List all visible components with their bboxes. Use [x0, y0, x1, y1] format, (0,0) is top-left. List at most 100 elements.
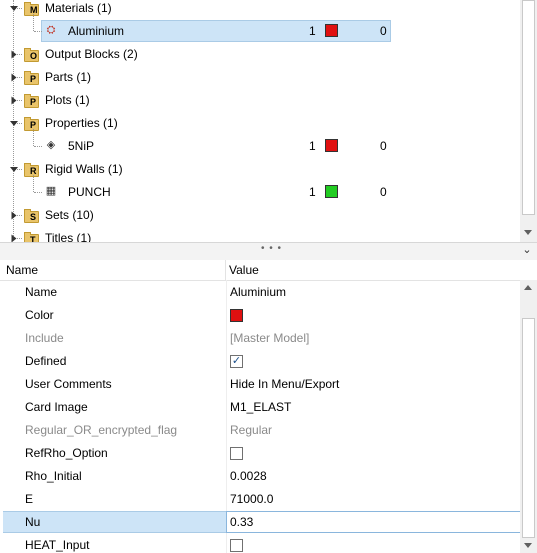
- property-row[interactable]: Rho_Initial 0.0028: [0, 465, 520, 488]
- tree-folder-row[interactable]: P Plots (1): [0, 89, 520, 112]
- property-name: Include: [25, 331, 64, 345]
- property-name: Regular_OR_encrypted_flag: [25, 423, 178, 437]
- property-value: [Master Model]: [230, 331, 310, 345]
- column-separator[interactable]: [225, 260, 226, 280]
- tree-item-label[interactable]: Rigid Walls (1): [45, 162, 123, 176]
- expand-arrow-down-icon[interactable]: [10, 167, 18, 172]
- model-browser-tree: M Materials (1) ⛭ Aluminium 1 0 O Output Blocks…: [0, 0, 537, 242]
- tree-item-label[interactable]: Materials (1): [45, 1, 112, 15]
- rigid-wall-icon: ▦: [45, 185, 57, 197]
- property-value[interactable]: 0.33: [230, 515, 253, 529]
- tree-item-label[interactable]: Plots (1): [45, 93, 90, 107]
- checkbox-unchecked[interactable]: [230, 447, 243, 460]
- name-column-header[interactable]: Name: [6, 263, 38, 277]
- folder-badge-glyph: O: [30, 51, 38, 61]
- splitter-grip-icon[interactable]: • • •: [261, 243, 282, 254]
- collapsed-arrow-icon[interactable]: [11, 50, 17, 59]
- property-row[interactable]: Name Aluminium: [0, 281, 520, 304]
- entity-color-swatch[interactable]: [325, 24, 338, 37]
- property-row[interactable]: E 71000.0: [0, 488, 520, 511]
- tree-entity-row[interactable]: ⛭ Aluminium 1 0: [0, 14, 520, 43]
- folder-badge-glyph: T: [30, 235, 36, 242]
- folder-icon: S: [24, 209, 39, 223]
- tree-branch-line: [34, 192, 42, 193]
- property-name: RefRho_Option: [25, 446, 108, 460]
- property-value[interactable]: 0.0028: [230, 469, 267, 483]
- tree-folder-row[interactable]: O Output Blocks (2): [0, 43, 520, 66]
- tree-vertical-scrollbar[interactable]: [520, 0, 537, 242]
- scroll-thumb[interactable]: [522, 318, 535, 538]
- editor-vertical-scrollbar[interactable]: [520, 280, 537, 553]
- tree-entity-row[interactable]: ▦ PUNCH 1 0: [0, 175, 520, 204]
- entity-color-swatch[interactable]: [325, 185, 338, 198]
- tree-item-label[interactable]: Output Blocks (2): [45, 47, 138, 61]
- property-row[interactable]: Color: [0, 304, 520, 327]
- property-row[interactable]: User Comments Hide In Menu/Export: [0, 373, 520, 396]
- tree-entity-row[interactable]: ◈ 5NiP 1 0: [0, 129, 520, 158]
- tree-folder-row[interactable]: S Sets (10): [0, 204, 520, 227]
- property-row[interactable]: Nu 0.33: [0, 511, 521, 534]
- checkbox-checked[interactable]: ✓: [230, 355, 243, 368]
- scroll-down-arrow-icon[interactable]: [524, 230, 532, 235]
- entity-color-swatch[interactable]: [325, 139, 338, 152]
- collapsed-arrow-icon[interactable]: [11, 234, 17, 242]
- tree-item-label[interactable]: Parts (1): [45, 70, 91, 84]
- folder-icon: P: [24, 94, 39, 108]
- property-value[interactable]: M1_ELAST: [230, 400, 291, 414]
- color-swatch[interactable]: [230, 309, 243, 322]
- property-row[interactable]: HEAT_Input: [0, 534, 520, 553]
- property-value: Regular: [230, 423, 273, 437]
- property-value[interactable]: Aluminium: [230, 285, 286, 299]
- tree-branch-line: [34, 146, 42, 147]
- tree-folder-row[interactable]: M Materials (1): [0, 0, 520, 20]
- tree-child-guide: [33, 175, 34, 192]
- scroll-down-arrow-icon[interactable]: [524, 543, 532, 548]
- folder-icon: P: [24, 71, 39, 85]
- tree-folder-row[interactable]: R Rigid Walls (1): [0, 158, 520, 181]
- scroll-thumb[interactable]: [522, 0, 535, 215]
- property-row[interactable]: Defined ✓: [0, 350, 520, 373]
- folder-badge-glyph: P: [30, 74, 37, 84]
- collapsed-arrow-icon[interactable]: [11, 73, 17, 82]
- property-value[interactable]: 71000.0: [230, 492, 273, 506]
- entity-id-value: 1: [309, 185, 316, 199]
- tree-item-label[interactable]: Aluminium: [68, 24, 124, 38]
- tree-child-guide: [33, 129, 34, 146]
- collapse-chevron-icon[interactable]: ⌄: [518, 243, 536, 256]
- tree-branch-line: [34, 31, 42, 32]
- checkbox-unchecked[interactable]: [230, 539, 243, 552]
- collapsed-arrow-icon[interactable]: [11, 96, 17, 105]
- tree-item-label[interactable]: Titles (1): [45, 231, 91, 242]
- value-column-header[interactable]: Value: [229, 263, 259, 277]
- scroll-up-arrow-icon[interactable]: [524, 285, 532, 290]
- folder-icon: P: [24, 117, 39, 131]
- tree-item-label[interactable]: 5NiP: [68, 139, 94, 153]
- folder-icon: M: [24, 2, 39, 16]
- expand-arrow-down-icon[interactable]: [10, 6, 18, 11]
- tree-item-label[interactable]: PUNCH: [68, 185, 111, 199]
- property-name: Color: [25, 308, 54, 322]
- folder-badge-glyph: S: [30, 212, 37, 222]
- expand-arrow-down-icon[interactable]: [10, 121, 18, 126]
- property-row[interactable]: Card Image M1_ELAST: [0, 396, 520, 419]
- property-icon: ◈: [46, 139, 56, 151]
- entity-count-value: 0: [380, 24, 387, 38]
- tree-item-label[interactable]: Properties (1): [45, 116, 118, 130]
- panel-splitter[interactable]: • • • ⌄: [0, 242, 537, 260]
- folder-icon: R: [24, 163, 39, 177]
- property-name: Name: [25, 285, 58, 299]
- property-name: Nu: [25, 515, 41, 529]
- tree-folder-row[interactable]: P Properties (1): [0, 112, 520, 135]
- property-value[interactable]: Hide In Menu/Export: [230, 377, 339, 391]
- property-row[interactable]: Regular_OR_encrypted_flag Regular: [0, 419, 520, 442]
- tree-folder-row[interactable]: P Parts (1): [0, 66, 520, 89]
- collapsed-arrow-icon[interactable]: [11, 211, 17, 220]
- entity-editor-header: Name Value: [0, 260, 537, 281]
- tree-folder-row[interactable]: T Titles (1): [0, 227, 520, 242]
- value-edit-field[interactable]: [226, 511, 521, 533]
- property-row[interactable]: Include [Master Model]: [0, 327, 520, 350]
- property-row[interactable]: RefRho_Option: [0, 442, 520, 465]
- tree-item-label[interactable]: Sets (10): [45, 208, 94, 222]
- folder-icon: T: [24, 232, 39, 242]
- entity-id-value: 1: [309, 139, 316, 153]
